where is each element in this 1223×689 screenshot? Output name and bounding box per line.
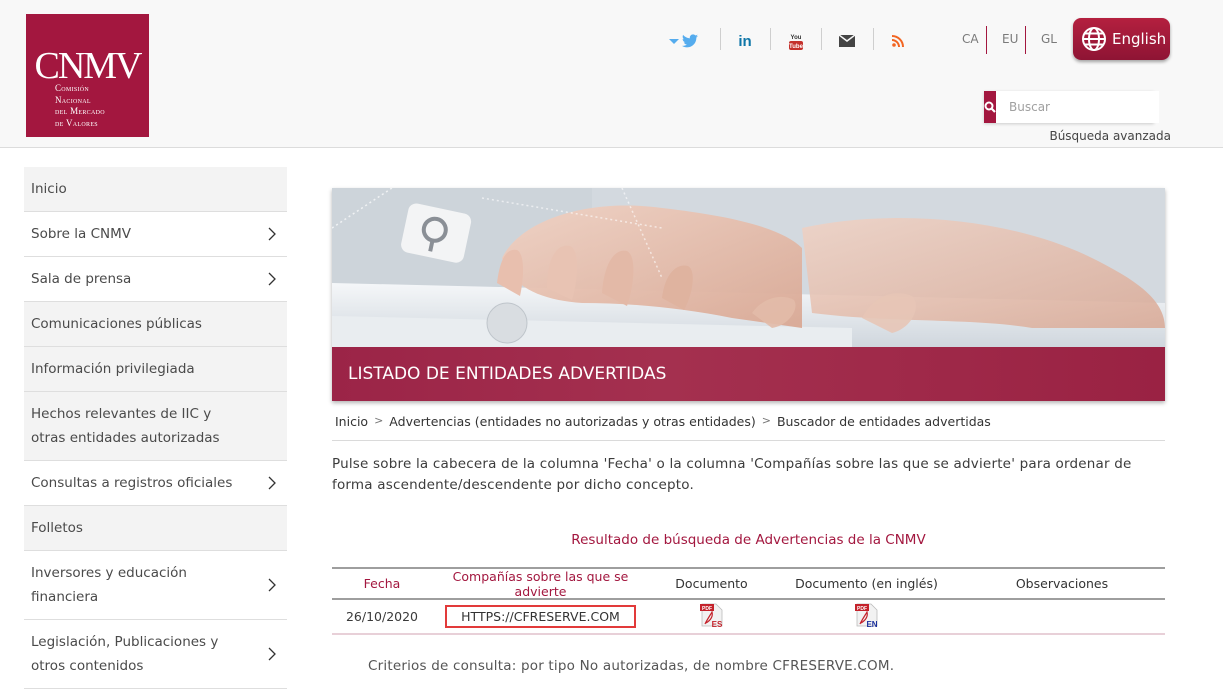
sidebar-item-hechos-relevantes[interactable]: Hechos relevantes de IIC y otras entidad… — [24, 392, 287, 461]
chevron-right-icon — [268, 272, 276, 286]
sidebar-item-sobre-la-cnmv[interactable]: Sobre la CNMV — [24, 212, 287, 257]
banner-illustration — [332, 188, 1165, 348]
divider — [720, 28, 721, 50]
sidebar-item-comunicaciones-publicas[interactable]: Comunicaciones públicas — [24, 302, 287, 347]
column-header-observaciones: Observaciones — [1015, 576, 1109, 591]
sidebar-item-label: Comunicaciones públicas — [31, 316, 202, 332]
site-header: CNMV Comisión Nacional del Mercado de Va… — [0, 0, 1223, 148]
divider — [873, 28, 874, 50]
column-header-fecha[interactable]: Fecha — [332, 576, 432, 591]
sidebar-item-label: Folletos — [31, 520, 83, 536]
search-criteria-text: Criterios de consulta: por tipo No autor… — [368, 658, 895, 674]
search-button[interactable] — [984, 91, 996, 123]
divider — [986, 26, 987, 54]
table-row: 26/10/2020 HTTPS://CFRESERVE.COM PDF ES … — [332, 600, 1165, 635]
globe-icon — [1082, 27, 1106, 51]
search-box — [984, 91, 1159, 123]
sidebar-item-label: Información privilegiada — [31, 361, 195, 377]
sidebar-item-inicio[interactable]: Inicio — [24, 167, 287, 212]
divider — [1025, 26, 1026, 54]
sidebar-item-label: Hechos relevantes de IIC y otras entidad… — [31, 406, 220, 446]
chevron-right-icon — [268, 227, 276, 241]
breadcrumb-separator: > — [374, 414, 384, 427]
company-link[interactable]: HTTPS://CFRESERVE.COM — [445, 605, 636, 628]
divider — [332, 440, 1165, 441]
linkedin-link[interactable]: in — [733, 28, 757, 54]
twitter-link[interactable] — [666, 28, 700, 54]
page-title: LISTADO DE ENTIDADES ADVERTIDAS — [332, 347, 1165, 401]
pdf-lang-label: ES — [711, 620, 722, 628]
sidebar-item-consultas-registros[interactable]: Consultas a registros oficiales — [24, 461, 287, 506]
logo-line: del Mercado — [55, 106, 105, 116]
sidebar-nav: Inicio Sobre la CNMV Sala de prensa Comu… — [24, 167, 287, 689]
linkedin-icon: in — [738, 32, 752, 50]
cell-company: HTTPS://CFRESERVE.COM — [432, 605, 649, 628]
breadcrumb-item[interactable]: Advertencias (entidades no autorizadas y… — [389, 414, 755, 429]
divider — [770, 28, 771, 50]
column-header-companias[interactable]: Compañías sobre las que se advierte — [432, 569, 649, 599]
lang-eu[interactable]: EU — [1002, 32, 1018, 46]
cnmv-logo[interactable]: CNMV Comisión Nacional del Mercado de Va… — [26, 14, 149, 137]
logo-line: de Valores — [55, 117, 98, 128]
logo-subtitle: Comisión Nacional del Mercado de Valores — [55, 83, 105, 129]
email-link[interactable] — [836, 28, 858, 54]
youtube-link[interactable]: You Tube — [784, 28, 808, 54]
pdf-lang-label: EN — [866, 620, 877, 628]
advanced-search-link[interactable]: Búsqueda avanzada — [1049, 129, 1171, 143]
results-title: Resultado de búsqueda de Advertencias de… — [571, 532, 926, 548]
pdf-en-icon[interactable]: PDF EN — [854, 602, 880, 628]
breadcrumb-separator: > — [761, 414, 771, 427]
sidebar-item-inversores[interactable]: Inversores y educación financiera — [24, 551, 287, 620]
divider — [821, 28, 822, 50]
sidebar-item-folletos[interactable]: Folletos — [24, 506, 287, 551]
sidebar-item-label: Sobre la CNMV — [31, 226, 131, 242]
lang-gl[interactable]: GL — [1041, 32, 1057, 46]
search-icon — [984, 101, 996, 113]
email-icon — [839, 35, 855, 47]
chevron-right-icon — [268, 476, 276, 490]
breadcrumb-item[interactable]: Inicio — [335, 414, 368, 429]
cell-documento: PDF ES — [649, 602, 774, 631]
english-label: English — [1112, 30, 1167, 48]
chevron-right-icon — [268, 647, 276, 661]
svg-text:PDF: PDF — [702, 606, 712, 612]
sidebar-item-label: Inversores y educación financiera — [31, 565, 187, 605]
sidebar-item-sala-de-prensa[interactable]: Sala de prensa — [24, 257, 287, 302]
rss-link[interactable] — [888, 28, 908, 54]
results-table: Fecha Compañías sobre las que se adviert… — [332, 567, 1165, 635]
logo-line: Nacional — [55, 94, 91, 105]
svg-text:You: You — [791, 35, 802, 41]
column-header-documento: Documento — [675, 576, 748, 591]
twitter-icon — [681, 34, 698, 48]
sidebar-item-label: Inicio — [31, 181, 67, 197]
page-banner: LISTADO DE ENTIDADES ADVERTIDAS — [332, 188, 1165, 401]
breadcrumb: Inicio > Advertencias (entidades no auto… — [335, 414, 991, 429]
logo-line: Comisión — [55, 83, 90, 93]
english-button[interactable]: English — [1073, 18, 1170, 60]
chevron-right-icon — [268, 578, 276, 592]
cell-fecha: 26/10/2020 — [345, 609, 419, 624]
sidebar-item-label: Consultas a registros oficiales — [31, 475, 233, 491]
sidebar-item-legislacion[interactable]: Legislación, Publicaciones y otros conte… — [24, 620, 287, 689]
sidebar-item-label: Legislación, Publicaciones y otros conte… — [31, 634, 219, 674]
banner-image — [332, 188, 1165, 348]
dropdown-caret-icon — [668, 38, 679, 44]
cell-documento-ingles: PDF EN — [774, 602, 959, 631]
breadcrumb-item-current: Buscador de entidades advertidas — [776, 414, 991, 429]
lang-ca[interactable]: CA — [962, 32, 979, 46]
sidebar-item-informacion-privilegiada[interactable]: Información privilegiada — [24, 347, 287, 392]
youtube-icon: You Tube — [789, 35, 803, 50]
pdf-es-icon[interactable]: PDF ES — [699, 602, 725, 628]
instructions-text: Pulse sobre la cabecera de la columna 'F… — [332, 456, 1132, 493]
logo-acronym: CNMV — [34, 45, 142, 87]
sidebar-item-label: Sala de prensa — [31, 271, 132, 287]
rss-icon — [892, 35, 904, 47]
table-header: Fecha Compañías sobre las que se adviert… — [332, 567, 1165, 600]
svg-text:Tube: Tube — [789, 44, 803, 50]
svg-text:PDF: PDF — [857, 606, 867, 612]
search-input[interactable] — [996, 91, 1159, 123]
column-header-documento-ingles: Documento (en inglés) — [795, 576, 938, 591]
